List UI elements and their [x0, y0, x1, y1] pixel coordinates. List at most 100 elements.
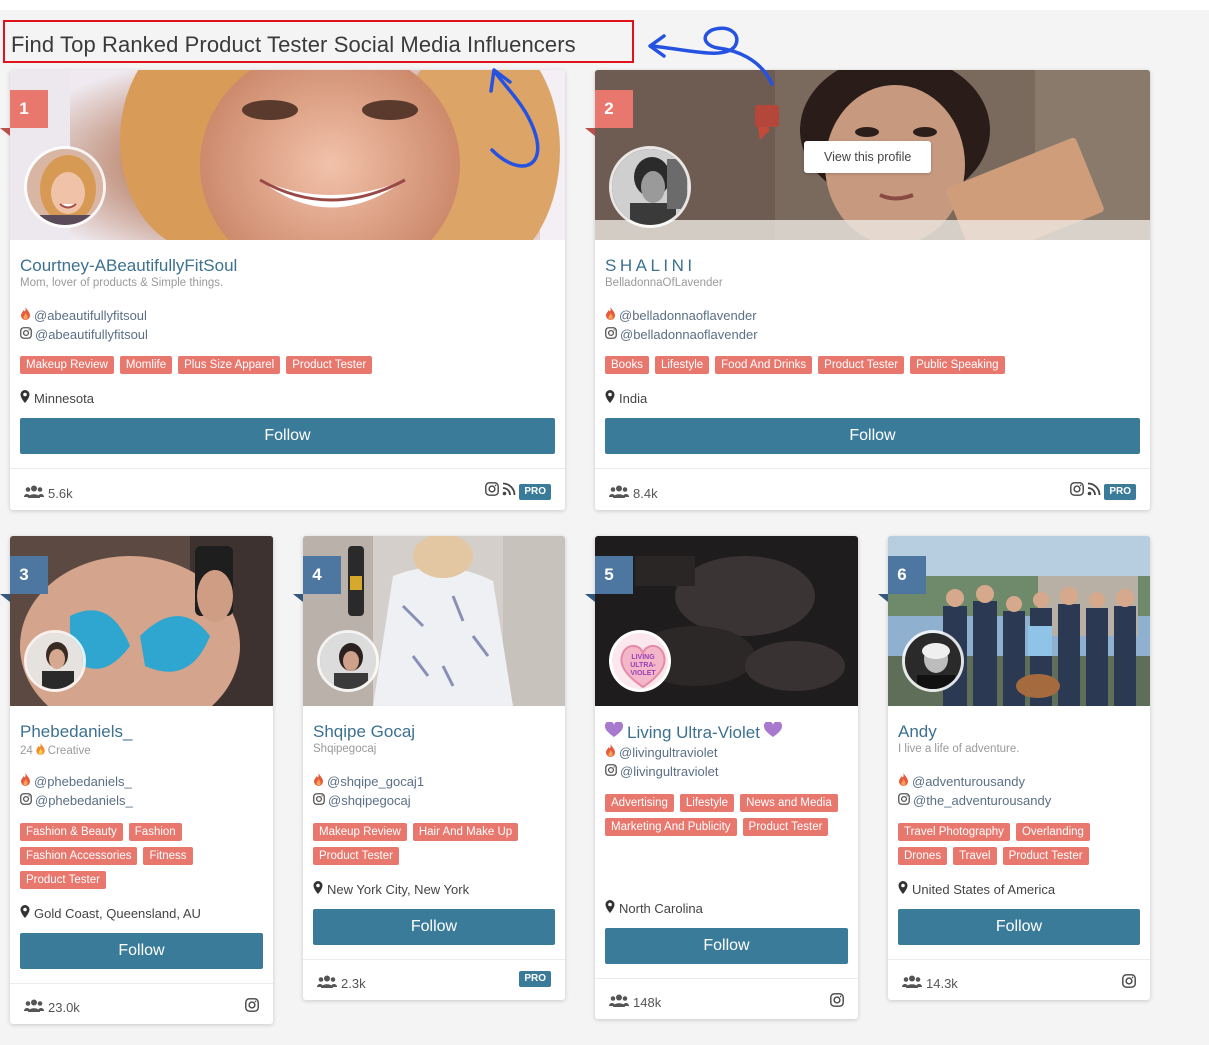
- influencer-card[interactable]: 6 Andy I live a life of adventure. @adve…: [888, 536, 1150, 1000]
- tag[interactable]: Books: [605, 356, 649, 374]
- instagram-handle[interactable]: @the_adventurousandy: [898, 793, 1051, 808]
- follow-button[interactable]: Follow: [898, 909, 1140, 945]
- location: India: [605, 390, 647, 406]
- instagram-handle[interactable]: @livingultraviolet: [605, 764, 718, 779]
- avatar[interactable]: [609, 146, 691, 228]
- avatar-logo-text: VIOLET: [630, 670, 656, 677]
- tag[interactable]: Travel: [953, 847, 997, 865]
- avatar[interactable]: LIVING ULTRA- VIOLET: [609, 630, 671, 692]
- influencer-name[interactable]: Phebedaniels_: [20, 722, 132, 742]
- tag[interactable]: Product Tester: [286, 356, 373, 374]
- tag[interactable]: Plus Size Apparel: [178, 356, 281, 374]
- tag[interactable]: Food And Drinks: [715, 356, 813, 374]
- tag[interactable]: Advertising: [605, 794, 674, 812]
- influencer-name[interactable]: SHALINI: [605, 256, 696, 276]
- influencer-name[interactable]: Courtney-ABeautifullyFitSoul: [20, 256, 237, 276]
- instagram-icon[interactable]: [245, 998, 259, 1017]
- tag[interactable]: Fashion Accessories: [20, 847, 138, 865]
- influencer-name[interactable]: Living Ultra-Violet: [604, 721, 782, 743]
- tag[interactable]: Product Tester: [20, 871, 106, 889]
- avatar[interactable]: [317, 630, 379, 692]
- follow-button[interactable]: Follow: [605, 928, 848, 964]
- tag-list: Fashion & Beauty Fashion Fashion Accesso…: [20, 823, 263, 889]
- flame-handle[interactable]: @phebedaniels_: [20, 773, 132, 789]
- tag[interactable]: Marketing And Publicity: [605, 818, 737, 836]
- tag[interactable]: Makeup Review: [20, 356, 114, 374]
- follower-count-text: 8.4k: [633, 485, 658, 501]
- tag[interactable]: News and Media: [740, 794, 838, 812]
- location-text: New York City, New York: [327, 881, 470, 897]
- tag-list: Travel Photography Overlanding Drones Tr…: [898, 823, 1140, 865]
- avatar[interactable]: [24, 630, 86, 692]
- influencer-card[interactable]: 3 Phebedaniels_ 24 Creative @phebedaniel…: [10, 536, 273, 1024]
- tag[interactable]: Travel Photography: [898, 823, 1010, 841]
- avatar[interactable]: [24, 146, 106, 228]
- avatar[interactable]: [902, 630, 964, 692]
- influencer-name[interactable]: Shqipe Gocaj: [313, 722, 415, 742]
- follower-count-text: 23.0k: [48, 999, 80, 1015]
- tag[interactable]: Lifestyle: [679, 794, 735, 812]
- follow-button[interactable]: Follow: [313, 909, 555, 945]
- instagram-handle[interactable]: @abeautifullyfitsoul: [20, 327, 148, 342]
- handle-text: @the_adventurousandy: [913, 793, 1052, 808]
- tag[interactable]: Makeup Review: [313, 823, 407, 841]
- tag[interactable]: Product Tester: [313, 847, 399, 865]
- tag[interactable]: Lifestyle: [654, 356, 710, 374]
- flame-icon: [898, 773, 909, 789]
- flame-handle[interactable]: @shqipe_gocaj1: [313, 773, 424, 789]
- flame-icon: [20, 773, 31, 789]
- rank-badge: 4: [303, 556, 341, 594]
- instagram-handle[interactable]: @belladonnaoflavender: [605, 327, 758, 342]
- tag[interactable]: Hair And Make Up: [412, 823, 519, 841]
- instagram-icon[interactable]: [485, 482, 500, 501]
- follow-button[interactable]: Follow: [20, 418, 555, 454]
- tag[interactable]: Product Tester: [742, 818, 829, 836]
- flame-icon: [313, 773, 324, 789]
- tag[interactable]: Product Tester: [818, 356, 905, 374]
- flame-handle[interactable]: @adventurousandy: [898, 773, 1025, 789]
- flame-icon: [605, 744, 616, 760]
- instagram-handle[interactable]: @shqipegocaj: [313, 793, 411, 808]
- tag[interactable]: Drones: [898, 847, 948, 865]
- view-profile-button[interactable]: View this profile: [804, 141, 932, 173]
- flame-handle[interactable]: @abeautifullyfitsoul: [20, 307, 147, 323]
- location-text: United States of America: [912, 881, 1056, 897]
- influencer-card[interactable]: 5 LIVING ULTRA- VIOLET Living Ultra-Violet…: [595, 536, 858, 1019]
- influencer-card[interactable]: View this profile 2 SHALINI BelladonnaOf…: [595, 70, 1150, 510]
- location: North Carolina: [605, 900, 703, 916]
- influencer-card[interactable]: 4 Shqipe Gocaj Shqipegocaj @shqipe_gocaj…: [303, 536, 565, 1000]
- flame-icon: [605, 307, 616, 323]
- influencer-card[interactable]: 1 Courtney-ABeautifullyFitSoul Mom, love…: [10, 70, 565, 510]
- purple-heart-icon: [763, 721, 782, 743]
- rss-icon[interactable]: [1087, 482, 1101, 501]
- instagram-handle[interactable]: @phebedaniels_: [20, 793, 133, 808]
- flame-handle[interactable]: @livingultraviolet: [605, 744, 717, 760]
- instagram-icon[interactable]: [1070, 482, 1085, 501]
- follow-button[interactable]: Follow: [605, 418, 1140, 454]
- tag[interactable]: Fitness: [143, 847, 193, 865]
- flame-handle[interactable]: @belladonnaoflavender: [605, 307, 757, 323]
- handle-text: @phebedaniels_: [35, 793, 133, 808]
- divider: [303, 959, 565, 960]
- influencer-name[interactable]: Andy: [898, 722, 937, 742]
- platform-icons: PRO: [519, 971, 551, 987]
- flame-icon: [20, 307, 31, 323]
- handle-text: @abeautifullyfitsoul: [35, 327, 148, 342]
- tag[interactable]: Fashion & Beauty: [20, 823, 123, 841]
- tag[interactable]: Product Tester: [1002, 847, 1089, 865]
- rank-badge: 1: [10, 90, 48, 128]
- tag[interactable]: Momlife: [119, 356, 173, 374]
- instagram-icon: [20, 327, 32, 342]
- tag[interactable]: Fashion: [128, 823, 182, 841]
- instagram-icon[interactable]: [1122, 974, 1136, 993]
- tag[interactable]: Public Speaking: [910, 356, 1005, 374]
- influencer-bio: BelladonnaOfLavender: [605, 277, 723, 289]
- follower-count: 2.3k: [317, 975, 366, 991]
- tag[interactable]: Overlanding: [1015, 823, 1090, 841]
- rss-icon[interactable]: [502, 482, 516, 501]
- location: Minnesota: [20, 390, 94, 406]
- instagram-icon[interactable]: [830, 993, 844, 1012]
- handle-text: @livingultraviolet: [619, 744, 718, 760]
- follow-button[interactable]: Follow: [20, 933, 263, 969]
- follower-count-text: 148k: [633, 994, 662, 1010]
